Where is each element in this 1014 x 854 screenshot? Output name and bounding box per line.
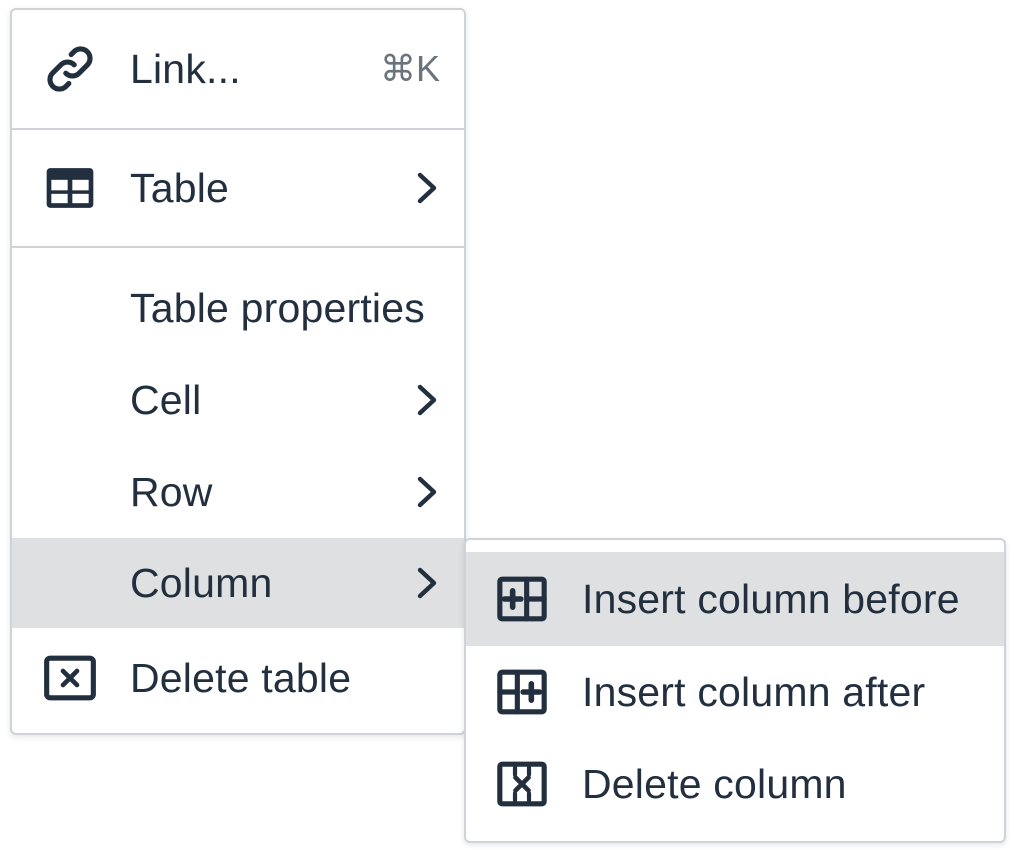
chevron-right-icon [412, 168, 442, 208]
menu-item-label: Delete table [130, 654, 352, 701]
menu-item-label: Link... [130, 45, 241, 92]
chevron-right-icon [412, 472, 442, 512]
menu-item-cell[interactable]: Cell [12, 354, 464, 446]
link-icon [42, 41, 98, 97]
insert-column-after-icon [494, 664, 550, 720]
delete-table-icon [42, 650, 98, 706]
menu-item-label: Table [130, 164, 230, 211]
menu-item-label: Insert column after [582, 668, 926, 715]
menu-item-insert-column-after[interactable]: Insert column after [466, 646, 1004, 738]
menu-item-insert-column-before[interactable]: Insert column before [466, 552, 1004, 646]
menu-item-delete-column[interactable]: Delete column [466, 738, 1004, 830]
keyboard-shortcut: ⌘K [379, 48, 440, 89]
column-submenu: Insert column before Insert column after… [464, 538, 1006, 843]
menu-item-link[interactable]: Link... ⌘K [12, 10, 464, 128]
insert-column-before-icon [494, 571, 550, 627]
menu-item-label: Row [130, 468, 213, 515]
menu-item-label: Insert column before [582, 575, 960, 622]
menu-item-label: Table properties [130, 284, 425, 331]
menu-separator [12, 246, 464, 248]
menu-item-label: Column [130, 559, 273, 606]
context-menu: Link... ⌘K Table Table properties Cell R… [10, 8, 466, 735]
delete-column-icon [494, 756, 550, 812]
menu-item-delete-table[interactable]: Delete table [12, 628, 464, 728]
menu-item-column[interactable]: Column [12, 538, 464, 628]
table-icon [42, 160, 98, 216]
menu-item-label: Delete column [582, 760, 847, 807]
chevron-right-icon [412, 380, 442, 420]
menu-item-label: Cell [130, 376, 202, 423]
menu-item-table[interactable]: Table [12, 130, 464, 246]
menu-item-table-properties[interactable]: Table properties [12, 262, 464, 354]
chevron-right-icon [412, 563, 442, 603]
menu-item-row[interactable]: Row [12, 446, 464, 538]
